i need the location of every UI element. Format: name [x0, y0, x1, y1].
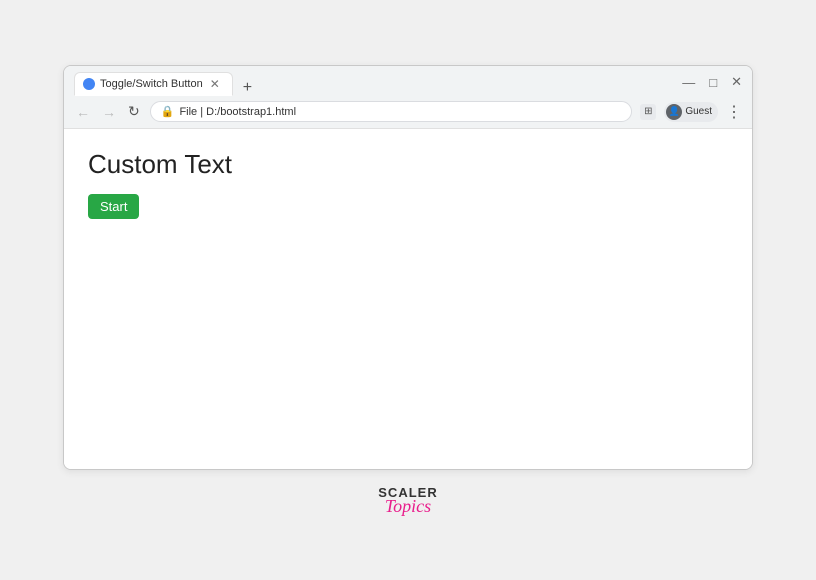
browser-menu-icon[interactable]: ⋮: [726, 102, 742, 122]
minimize-icon[interactable]: —: [682, 75, 695, 90]
browser-tab[interactable]: Toggle/Switch Button ✕: [74, 72, 233, 96]
tab-favicon: [83, 78, 95, 90]
lock-icon: 🔒: [161, 105, 175, 118]
browser-extras: ⊞ 👤 Guest ⋮: [640, 102, 742, 122]
new-tab-icon[interactable]: +: [239, 80, 256, 96]
tab-title: Toggle/Switch Button: [100, 78, 203, 90]
profile-label: Guest: [685, 106, 712, 117]
tab-close-icon[interactable]: ✕: [208, 78, 222, 90]
refresh-button[interactable]: ↻: [126, 103, 142, 120]
back-button[interactable]: ←: [74, 104, 92, 120]
forward-button[interactable]: →: [100, 104, 118, 120]
maximize-icon[interactable]: □: [709, 75, 717, 90]
outer-wrapper: Toggle/Switch Button ✕ + — □ ✕ ← → ↻ 🔒: [63, 65, 753, 515]
window-right-controls: — □ ✕: [682, 74, 742, 94]
extensions-icon[interactable]: ⊞: [640, 104, 656, 120]
browser-window: Toggle/Switch Button ✕ + — □ ✕ ← → ↻ 🔒: [63, 65, 753, 470]
browser-title-bar: Toggle/Switch Button ✕ + — □ ✕: [64, 66, 752, 96]
profile-avatar: 👤: [666, 104, 682, 120]
browser-chrome: Toggle/Switch Button ✕ + — □ ✕ ← → ↻ 🔒: [64, 66, 752, 129]
page-heading: Custom Text: [88, 149, 728, 180]
start-button[interactable]: Start: [88, 194, 139, 219]
profile-button[interactable]: 👤 Guest: [664, 102, 718, 122]
topics-tagline: Topics: [385, 497, 431, 515]
scaler-topics-logo: SCALER Topics: [378, 486, 437, 515]
browser-content: Custom Text Start: [64, 129, 752, 469]
tab-strip: Toggle/Switch Button ✕ +: [74, 72, 676, 96]
close-icon[interactable]: ✕: [731, 74, 742, 90]
address-url: File | D:/bootstrap1.html: [179, 106, 621, 118]
scaler-brand: SCALER Topics: [378, 486, 437, 515]
address-bar[interactable]: 🔒 File | D:/bootstrap1.html: [150, 101, 633, 122]
browser-address-bar: ← → ↻ 🔒 File | D:/bootstrap1.html ⊞ 👤 Gu…: [64, 96, 752, 128]
